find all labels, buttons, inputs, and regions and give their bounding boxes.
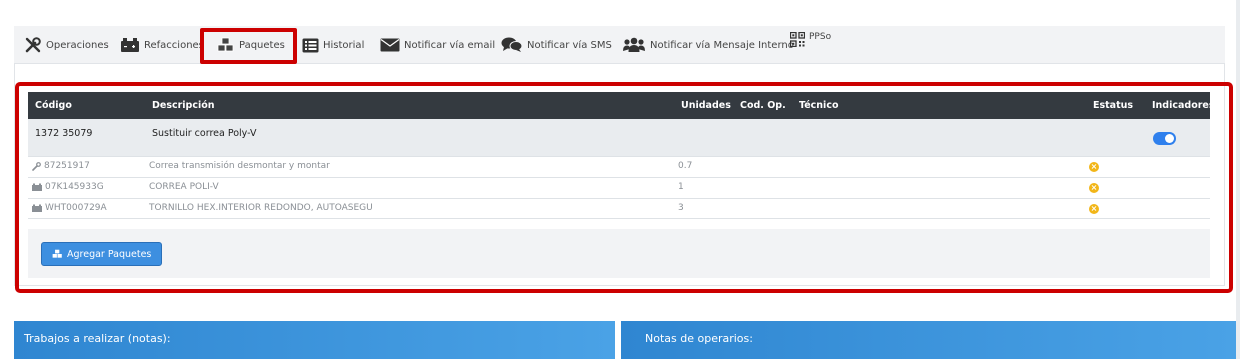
notes-work-title: Trabajos a realizar (notas): bbox=[24, 332, 171, 345]
tab-email[interactable]: Notificar vía email bbox=[380, 26, 495, 64]
tab-historial[interactable]: Historial bbox=[302, 26, 364, 64]
tab-refacciones[interactable]: Refacciones bbox=[120, 26, 204, 64]
envelope-icon bbox=[380, 38, 400, 52]
qr-icon bbox=[790, 32, 805, 47]
tab-ppso[interactable]: PPSo bbox=[790, 26, 831, 64]
chat-icon bbox=[501, 37, 523, 53]
notes-work-panel: Trabajos a realizar (notas): bbox=[14, 321, 615, 359]
page: Operaciones Refacciones Paquetes Histori… bbox=[0, 0, 1240, 359]
operator-notes-panel: Notas de operarios: bbox=[621, 321, 1238, 359]
active-tab-highlight bbox=[200, 28, 297, 64]
list-icon bbox=[302, 38, 319, 53]
tab-label: Notificar vía email bbox=[404, 39, 496, 51]
tab-operaciones[interactable]: Operaciones bbox=[24, 26, 109, 64]
tab-label: Notificar vía Mensaje Interno bbox=[650, 39, 794, 51]
tab-label: Notificar vía SMS bbox=[527, 39, 612, 51]
users-icon bbox=[622, 37, 646, 53]
tools-icon bbox=[24, 36, 42, 54]
tab-label: Operaciones bbox=[46, 39, 109, 51]
tab-label: Refacciones bbox=[144, 39, 204, 51]
tab-label: PPSo bbox=[809, 32, 832, 42]
operator-notes-title: Notas de operarios: bbox=[645, 332, 753, 345]
highlight-frame bbox=[15, 82, 1233, 293]
tab-bar: Operaciones Refacciones Paquetes Histori… bbox=[14, 26, 1225, 64]
scrollbar-track[interactable] bbox=[1236, 0, 1240, 359]
battery-icon bbox=[120, 37, 140, 53]
tab-mensaje-interno[interactable]: Notificar vía Mensaje Interno bbox=[622, 26, 794, 64]
tab-sms[interactable]: Notificar vía SMS bbox=[501, 26, 612, 64]
tab-label: Historial bbox=[323, 39, 365, 51]
